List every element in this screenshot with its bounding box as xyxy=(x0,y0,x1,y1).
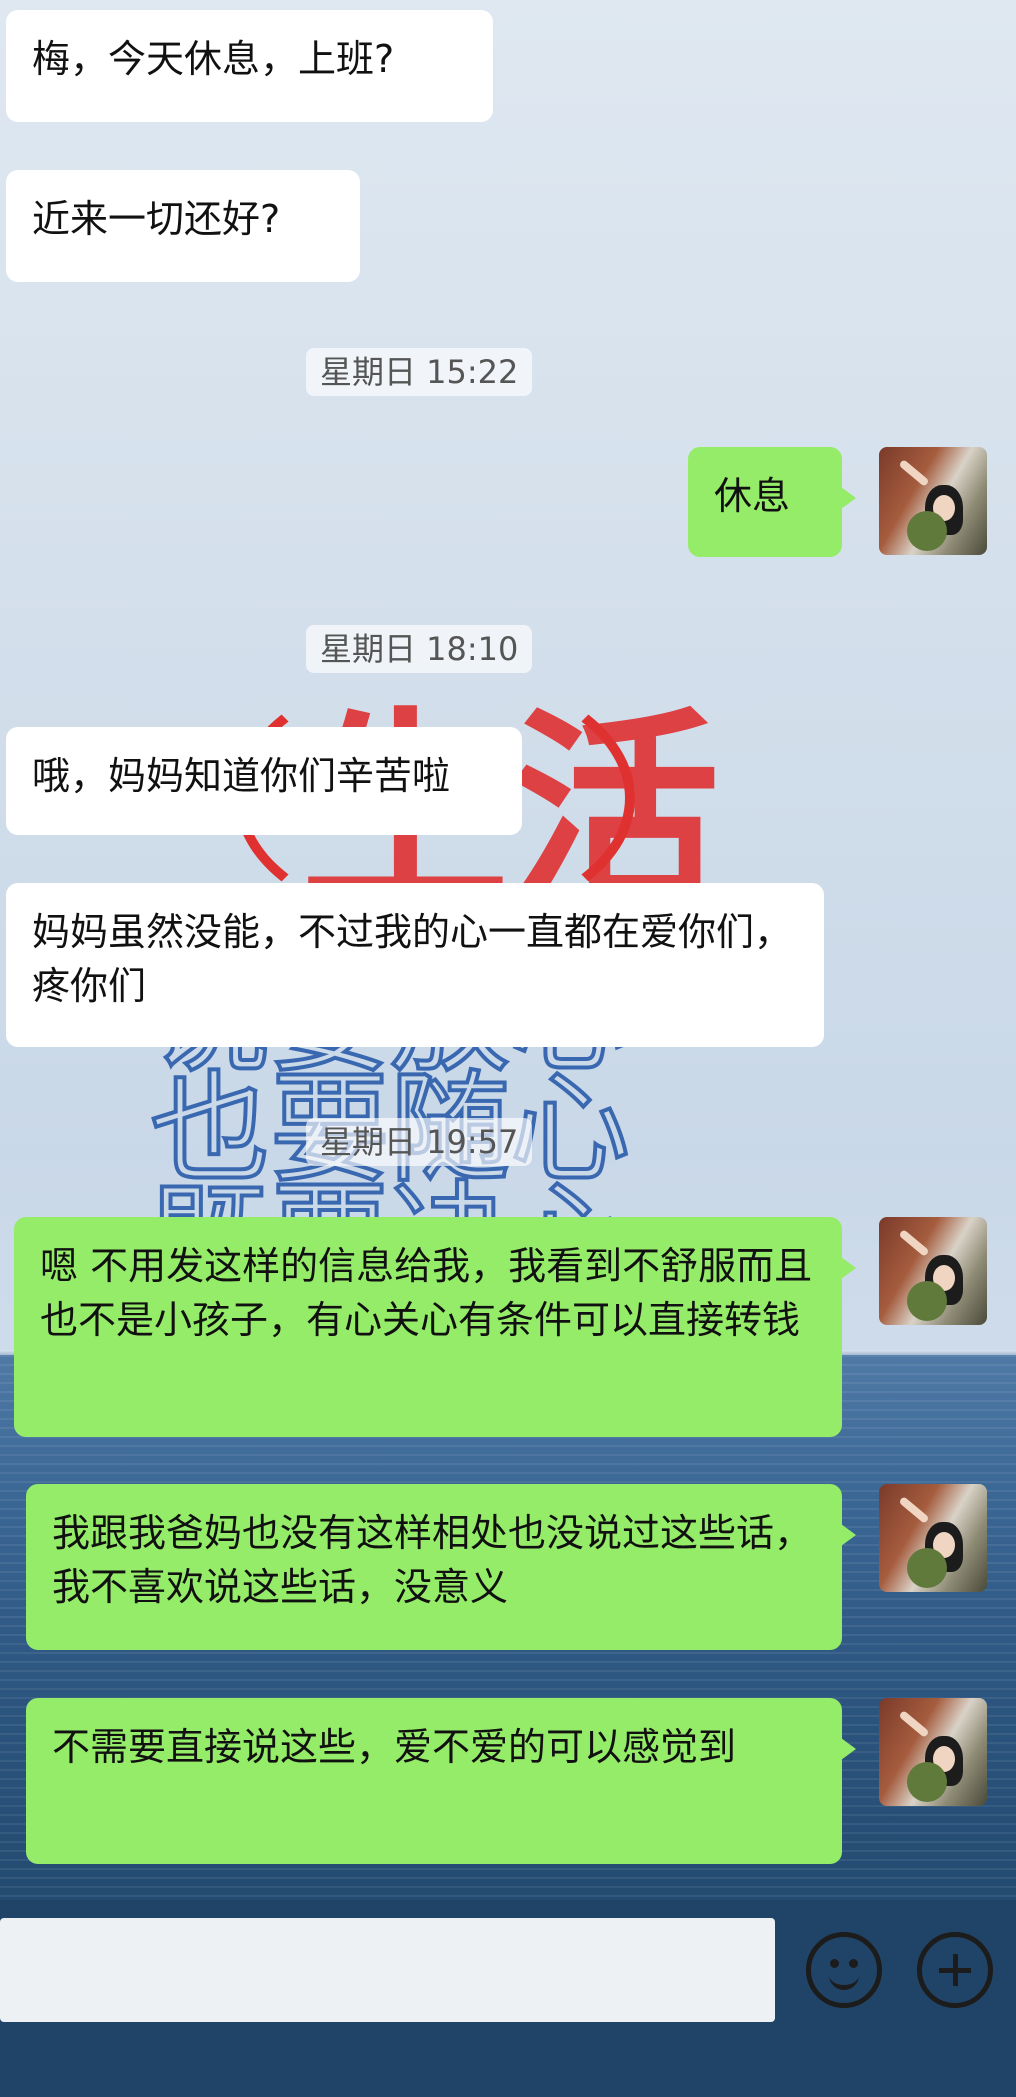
message-bubble-sent[interactable]: 嗯 不用发这样的信息给我，我看到不舒服而且也不是小孩子，有心关心有条件可以直接转… xyxy=(14,1217,856,1437)
message-text: 近来一切还好? xyxy=(32,197,281,241)
user-avatar[interactable] xyxy=(879,1698,987,1806)
timestamp: 星期日 15:22 xyxy=(306,348,533,396)
smiley-face-icon[interactable] xyxy=(806,1932,882,2008)
message-input[interactable] xyxy=(0,1918,775,2022)
message-text: 休息 xyxy=(714,474,791,518)
message-bubble-received[interactable]: 哦，妈妈知道你们辛苦啦 xyxy=(6,727,522,835)
user-avatar[interactable] xyxy=(879,1484,987,1592)
message-bubble-sent[interactable]: 休息 xyxy=(688,447,856,557)
user-avatar[interactable] xyxy=(879,1217,987,1325)
user-avatar[interactable] xyxy=(879,447,987,555)
timestamp: 星期日 19:57 xyxy=(306,1118,533,1166)
message-text: 不需要直接说这些，爱不爱的可以感觉到 xyxy=(52,1725,737,1769)
message-bubble-received[interactable]: 梅，今天休息，上班? xyxy=(6,10,493,122)
message-bubble-sent[interactable]: 我跟我爸妈也没有这样相处也没说过这些话，我不喜欢说这些话，没意义 xyxy=(26,1484,856,1650)
message-text: 梅，今天休息，上班? xyxy=(32,37,395,81)
message-text: 哦，妈妈知道你们辛苦啦 xyxy=(32,754,451,798)
message-bubble-received[interactable]: 妈妈虽然没能，不过我的心一直都在爱你们，疼你们 xyxy=(6,883,824,1047)
message-text: 我跟我爸妈也没有这样相处也没说过这些话，我不喜欢说这些话，没意义 xyxy=(52,1511,813,1609)
message-text: 妈妈虽然没能，不过我的心一直都在爱你们，疼你们 xyxy=(32,910,793,1008)
message-bubble-received[interactable]: 近来一切还好? xyxy=(6,170,360,282)
timestamp: 星期日 18:10 xyxy=(306,625,533,673)
message-bubble-sent[interactable]: 不需要直接说这些，爱不爱的可以感觉到 xyxy=(26,1698,856,1864)
message-text: 嗯 不用发这样的信息给我，我看到不舒服而且也不是小孩子，有心关心有条件可以直接转… xyxy=(40,1244,813,1342)
plus-circle-icon[interactable] xyxy=(917,1932,993,2008)
